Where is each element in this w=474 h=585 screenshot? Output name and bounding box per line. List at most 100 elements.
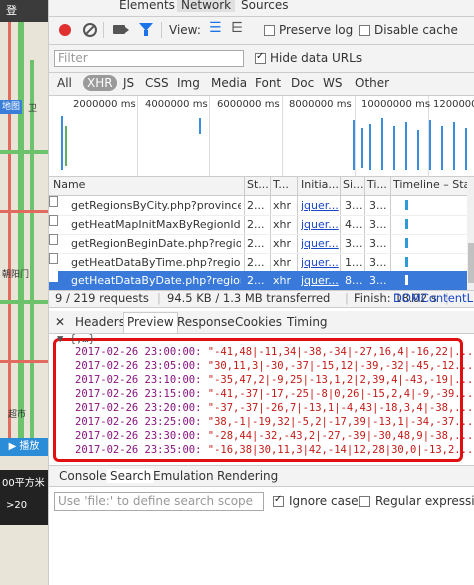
preview-root-toggle[interactable]: ▼ {,…} [57,333,95,345]
waterfall-view-icon[interactable]: ⋿ [231,20,243,36]
request-row[interactable]: getHeatDataByTime.php?region_... 2... xh… [49,253,467,273]
camera-icon[interactable] [113,25,129,34]
preview-key: 2017-02-26 23:35:00: [75,444,202,456]
preview-key: 2017-02-26 23:25:00: [75,416,202,428]
panel-tab-bar: Elements Network Sources [49,0,474,17]
column-name[interactable]: Name [53,178,85,191]
preview-row[interactable]: 2017-02-26 23:30:00: "-28,44|-32,-43,2|-… [75,430,473,442]
waterfall-bar [405,219,408,229]
request-row[interactable]: getRegionsByCity.php?province=... 2... x… [49,196,467,216]
record-icon[interactable] [59,24,71,36]
filter-input[interactable]: Filter [54,50,244,67]
close-icon[interactable]: ✕ [55,315,65,329]
preview-value: "38,-1|-19,32|-5,2|-17,39|-13,1|-34,-37.… [207,416,474,428]
preview-value: "-16,38|30,11,3|42,-14|12,28|30,0|-13,2.… [207,444,474,456]
preview-row[interactable]: 2017-02-26 23:20:00: "-37,-37|-26,7|-13,… [75,402,473,414]
request-initiator[interactable]: jquer... [301,218,339,231]
request-row-selected[interactable]: getHeatDataByDate.php?region_i... 2... x… [49,271,467,291]
disable-cache-checkbox[interactable] [359,25,370,36]
preview-row[interactable]: 2017-02-26 23:00:00: "-41,48|-11,34|-38,… [75,346,473,358]
tab-emulation[interactable]: Emulation [153,469,214,483]
request-initiator[interactable]: jquer... [301,199,339,212]
column-timeline[interactable]: Timeline – Sta [393,178,470,191]
timeline-bar [199,118,201,134]
column-size[interactable]: Si... [343,178,364,191]
preview-key: 2017-02-26 23:15:00: [75,388,202,400]
map-road [0,150,48,154]
preview-row[interactable]: 2017-02-26 23:25:00: "38,-1|-19,32|-5,2|… [75,416,473,428]
tab-search[interactable]: Search [107,469,155,483]
timeline-bar [369,124,371,170]
request-name: getHeatDataByDate.php?region_i... [71,274,241,287]
scrollbar-thumb[interactable] [468,243,474,283]
request-size: 1... [345,256,363,269]
tab-elements[interactable]: Elements [119,0,175,12]
tab-headers[interactable]: Headers [75,315,125,329]
request-time: 3... [369,237,387,250]
tab-response[interactable]: Response [177,315,235,329]
timeline-gridline [355,96,356,176]
map-panel[interactable]: 登 地图 卫 朝阳门 超市 ▶ 播放 00平方米 >20 [0,0,48,585]
type-filter-doc[interactable]: Doc [291,76,314,90]
type-filter-font[interactable]: Font [255,76,281,90]
list-view-icon[interactable]: ☰ [209,20,222,36]
tab-rendering[interactable]: Rendering [217,469,278,483]
request-initiator[interactable]: jquer... [301,237,339,250]
type-filter-all[interactable]: All [57,76,72,90]
tab-preview[interactable]: Preview [123,312,178,333]
preserve-log-checkbox[interactable] [264,25,275,36]
network-overview-timeline[interactable]: 2000000 ms 4000000 ms 6000000 ms 8000000… [49,96,474,177]
preview-value: "-28,44|-32,-43,2|-27,-39|-30,48,9|-38,.… [207,430,474,442]
tab-timing[interactable]: Timing [287,315,328,329]
request-type: xhr [273,274,292,287]
request-status: 2... [247,218,265,231]
preview-row[interactable]: 2017-02-26 23:05:00: "30,11,3|-30,-37|-1… [75,360,473,372]
request-type: xhr [273,218,292,231]
request-initiator[interactable]: jquer... [301,256,339,269]
clear-icon[interactable] [83,23,97,37]
preview-value: "-37,-37|-26,7|-13,1|-4,43|-18,3,4|-38,.… [207,402,474,414]
map-road [0,300,48,304]
map-view-button[interactable]: 地图 [0,100,22,114]
preview-row[interactable]: 2017-02-26 23:10:00: "-35,47,2|-9,25|-13… [75,374,473,386]
map-road [0,210,48,213]
hide-data-urls-checkbox[interactable] [255,51,266,64]
play-button[interactable]: ▶ 播放 [0,438,48,456]
preview-value: "-41,48|-11,34|-38,-34|-27,16,4|-16,22|.… [207,346,474,358]
column-status[interactable]: St... [247,178,269,191]
tab-network[interactable]: Network [177,0,236,12]
ignore-case-checkbox[interactable] [273,494,284,507]
response-preview[interactable]: ▼ {,…} 2017-02-26 23:00:00: "-41,48|-11,… [49,333,474,462]
preview-row[interactable]: 2017-02-26 23:15:00: "-41,-37|-17,-25|-8… [75,388,473,400]
type-filter-js[interactable]: JS [123,76,134,90]
column-time[interactable]: Ti... [367,178,387,191]
request-status: 2... [247,256,265,269]
timeline-bar [429,120,431,170]
request-time: 3... [369,218,387,231]
type-filter-xhr[interactable]: XHR [83,75,117,91]
document-icon [49,196,58,207]
type-filter-media[interactable]: Media [211,76,247,90]
request-row[interactable]: getRegionBeginDate.php?region_... 2... x… [49,234,467,254]
search-input[interactable]: Use 'file:' to define search scope [54,492,264,511]
type-filter-css[interactable]: CSS [145,76,169,90]
type-filter-ws[interactable]: WS [323,76,342,90]
document-icon [49,253,58,264]
map-road [30,60,34,440]
type-filter-img[interactable]: Img [177,76,200,90]
request-initiator[interactable]: jquer... [301,274,339,287]
column-type[interactable]: T... [273,178,289,191]
transferred-size: 94.5 KB / 1.3 MB transferred [167,291,331,305]
regular-expression-checkbox[interactable] [359,496,370,507]
preview-key: 2017-02-26 23:10:00: [75,374,202,386]
type-filter-other[interactable]: Other [355,76,389,90]
request-list-scrollbar[interactable] [467,177,474,291]
filter-icon[interactable] [139,23,153,36]
tab-console[interactable]: Console [59,469,107,483]
request-row[interactable]: getHeatMapInitMaxByRegionId.p... 2... xh… [49,215,467,235]
column-initiator[interactable]: Initia... [301,178,339,191]
timeline-bar [405,122,407,170]
tab-cookies[interactable]: Cookies [235,315,282,329]
preview-row[interactable]: 2017-02-26 23:35:00: "-16,38|30,11,3|42,… [75,444,473,456]
tab-sources[interactable]: Sources [241,0,288,12]
